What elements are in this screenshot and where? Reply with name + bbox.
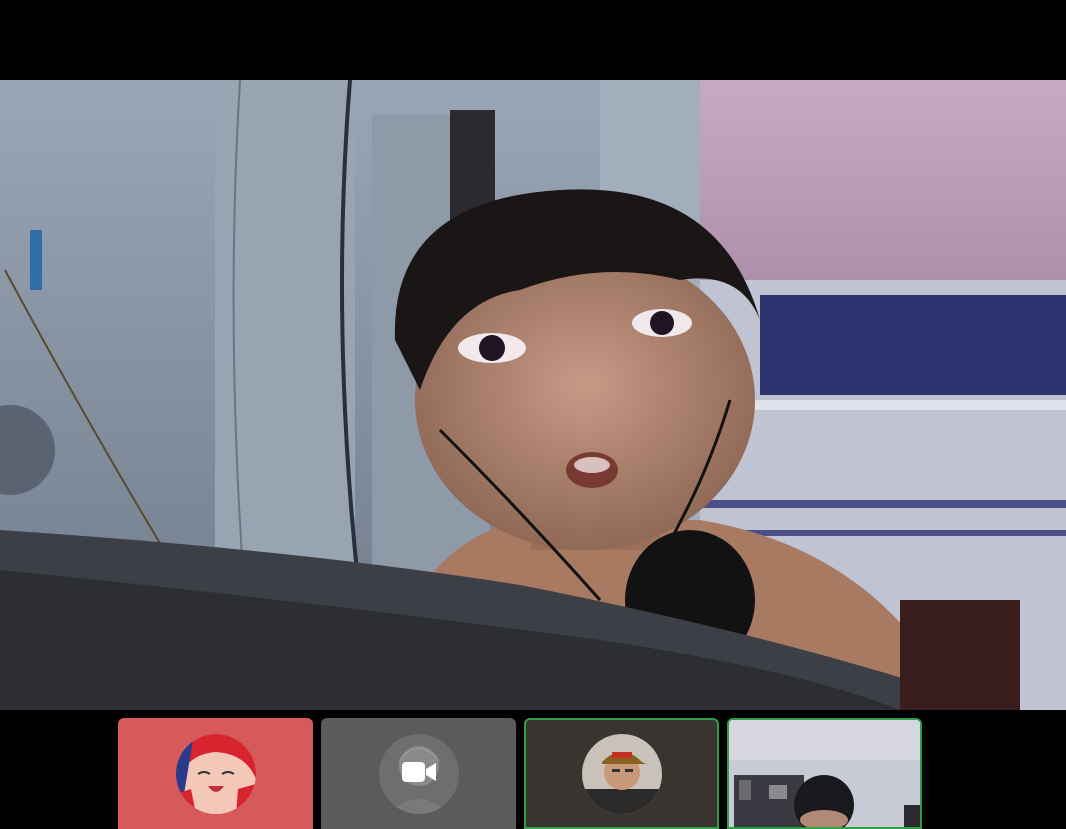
participant-tile-1[interactable] [118,718,313,829]
main-video-feed[interactable] [0,80,1066,710]
live-camera-thumbnail [729,720,920,827]
top-bar [0,0,1066,80]
video-camera-icon [401,761,436,787]
participant-tile-4[interactable] [727,718,922,829]
cap-person-avatar [581,733,662,814]
anime-girl-avatar [175,733,256,814]
participant-tile-2[interactable] [321,718,516,829]
participant-tile-3[interactable] [524,718,719,829]
participant-strip [0,710,1066,829]
